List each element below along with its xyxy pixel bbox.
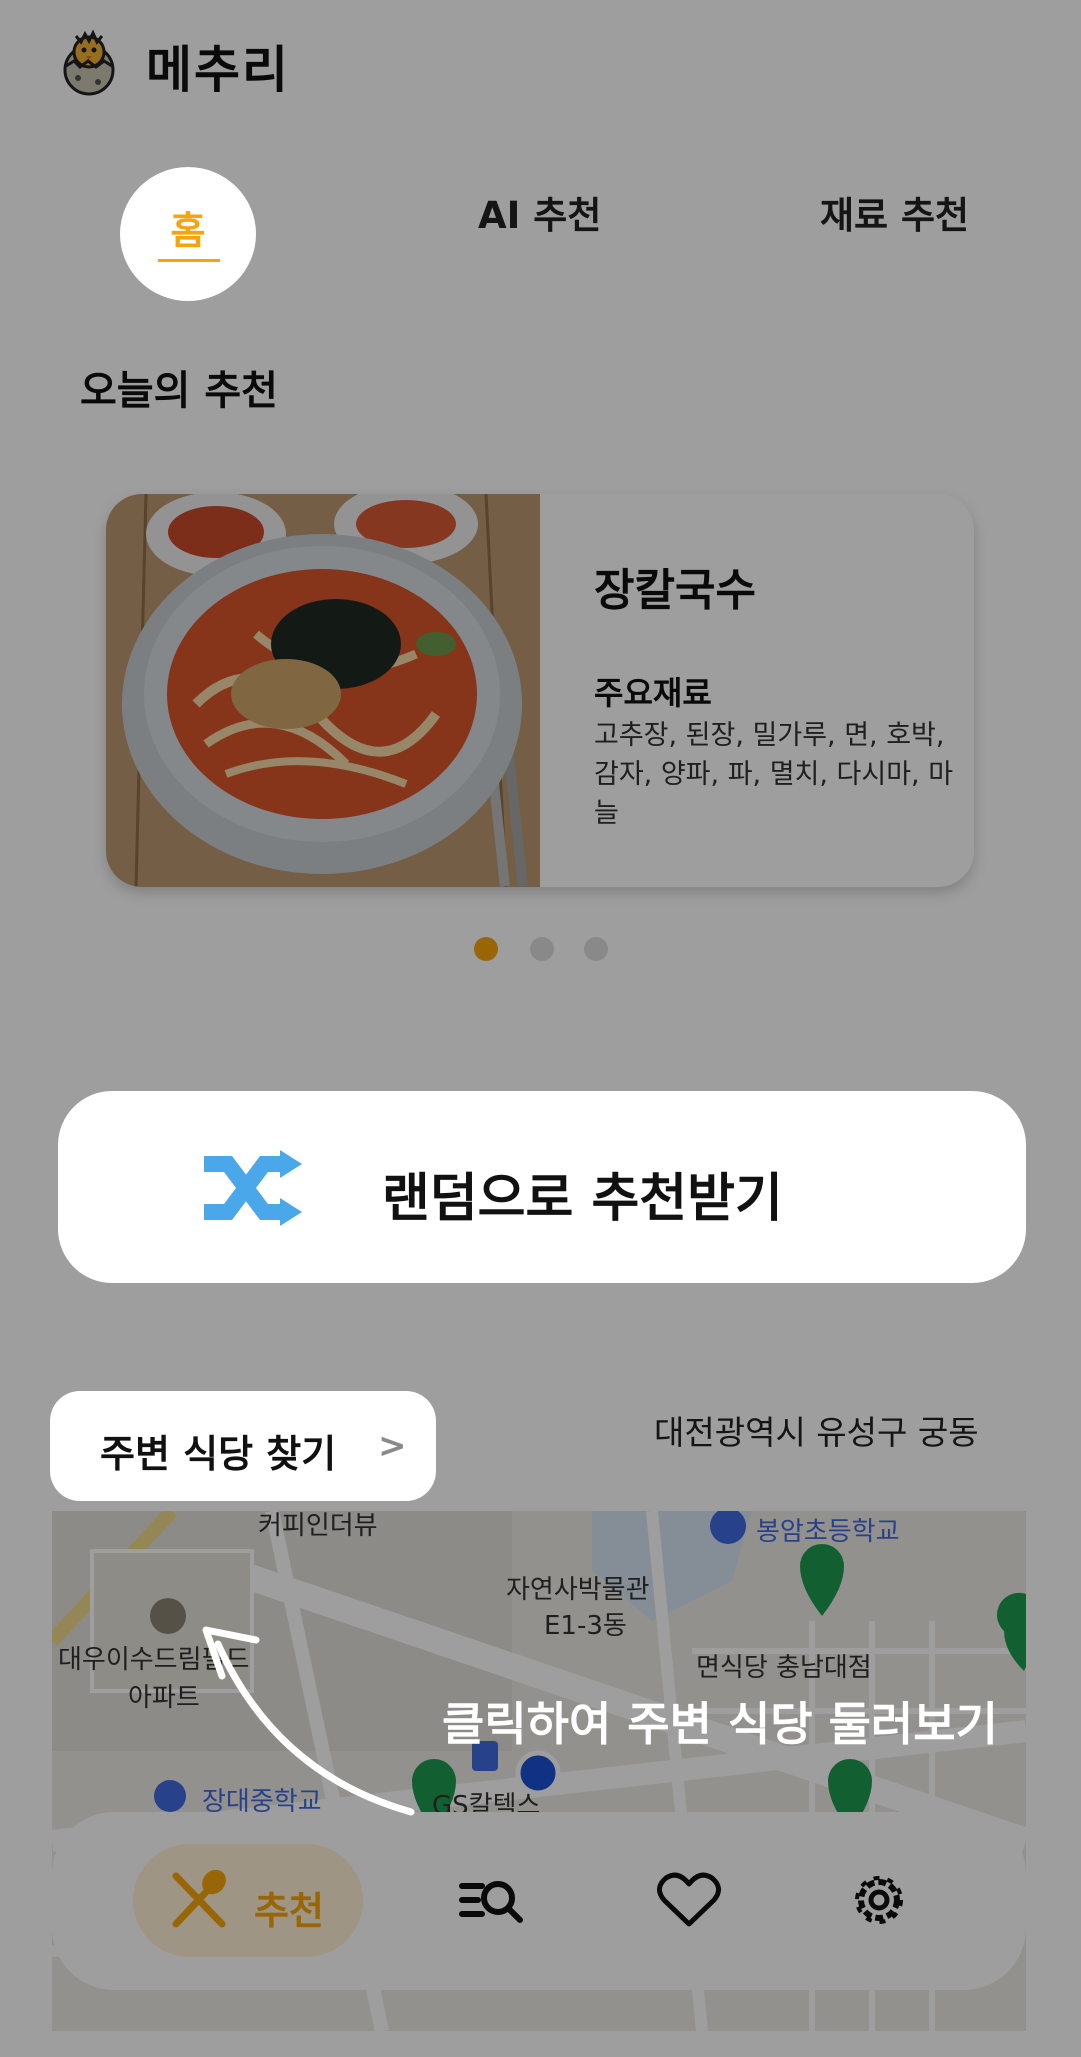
nav-recommend-label: 추천 xyxy=(254,1889,324,1933)
fork-spoon-icon xyxy=(170,1869,228,1930)
search-list-icon[interactable] xyxy=(458,1870,524,1930)
heart-icon[interactable] xyxy=(656,1870,722,1930)
map-label: E1-3동 xyxy=(544,1611,627,1641)
tab-home-label: 홈 xyxy=(170,209,206,253)
carousel-dot[interactable] xyxy=(584,937,608,961)
ingredients-label: 주요재료 xyxy=(594,674,712,712)
hint-arrow-icon xyxy=(196,1624,436,1820)
tutorial-hint-text: 클릭하여 주변 식당 둘러보기 xyxy=(442,1697,998,1751)
gear-icon[interactable] xyxy=(846,1870,912,1930)
carousel-dot-active[interactable] xyxy=(474,937,498,961)
map-label: 커피인더뷰 xyxy=(258,1511,378,1541)
shuffle-icon xyxy=(204,1150,302,1226)
nearby-restaurants-label: 주변 식당 찾기 xyxy=(100,1432,337,1476)
chick-in-egg-icon xyxy=(60,28,118,96)
tab-ingredient-recommend[interactable]: 재료 추천 xyxy=(820,185,969,239)
ingredients-text: 고추장, 된장, 밀가루, 면, 호박, 감자, 양파, 파, 멸치, 다시마,… xyxy=(594,720,954,829)
tab-ai-recommend[interactable]: AI 추천 xyxy=(478,185,601,239)
current-location: 대전광역시 유성구 궁동 xyxy=(654,1413,979,1452)
recommendation-card[interactable]: 장칼국수 주요재료 고추장, 된장, 밀가루, 면, 호박, 감자, 양파, 파… xyxy=(106,494,974,887)
random-recommend-label: 랜덤으로 추천받기 xyxy=(382,1169,783,1229)
dish-name: 장칼국수 xyxy=(594,565,756,616)
map-label: 자연사박물관 xyxy=(506,1575,650,1605)
carousel-dot[interactable] xyxy=(530,937,554,961)
map-label: 면식당 충남대점 xyxy=(696,1653,872,1683)
nav-recommend[interactable] xyxy=(133,1844,363,1957)
dish-photo xyxy=(106,494,540,887)
map-label: 아파트 xyxy=(128,1683,200,1713)
chevron-right-icon: > xyxy=(378,1426,407,1466)
section-title-today: 오늘의 추천 xyxy=(80,368,278,414)
app-title: 메추리 xyxy=(146,41,290,99)
map-label: 봉암초등학교 xyxy=(756,1517,900,1547)
tab-home-indicator xyxy=(158,259,220,262)
